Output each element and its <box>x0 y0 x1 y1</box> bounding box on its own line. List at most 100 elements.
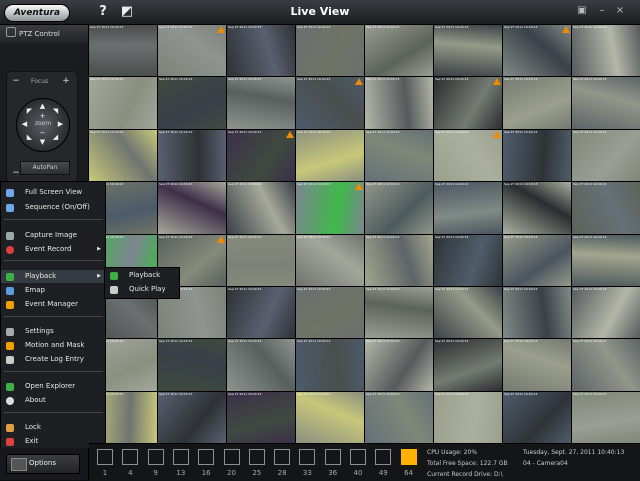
camera-tile[interactable]: Sep 27 2011 10:40:13 <box>227 391 295 443</box>
camera-tile[interactable]: Sep 27 2011 10:40:13 <box>365 25 433 77</box>
camera-tile[interactable]: Sep 27 2011 10:40:13 <box>434 339 502 391</box>
camera-tile[interactable]: Sep 27 2011 10:40:13 <box>158 77 226 129</box>
menu-item-full-screen[interactable]: Full Screen View <box>1 186 105 199</box>
down-right-arrow-icon[interactable]: ◢ <box>51 133 60 142</box>
camera-tile[interactable]: Sep 27 2011 10:40:13 <box>503 286 571 339</box>
camera-tile[interactable]: Sep 27 2011 10:40:13 <box>89 25 157 77</box>
camera-tile[interactable]: Sep 27 2011 10:40:13 <box>365 182 433 234</box>
camera-tile[interactable]: Sep 27 2011 10:40:13 <box>227 286 295 339</box>
camera-tile[interactable]: Sep 27 2011 10:40:13 <box>158 182 226 234</box>
camera-tile[interactable]: Sep 27 2011 10:40:13 <box>503 77 571 129</box>
up-right-arrow-icon[interactable]: ◥ <box>51 107 60 116</box>
camera-tile[interactable]: Sep 27 2011 10:40:13 <box>227 77 295 129</box>
menu-item-open-explorer[interactable]: Open Explorer <box>1 380 105 393</box>
menu-item-event-record[interactable]: Event Record ▶ <box>1 243 105 256</box>
camera-tile[interactable]: Sep 27 2011 10:40:13 <box>572 286 640 339</box>
camera-tile[interactable]: Sep 27 2011 10:40:13 <box>572 77 640 129</box>
camera-tile[interactable]: Sep 27 2011 10:40:13 <box>503 391 571 443</box>
down-left-arrow-icon[interactable]: ◣ <box>25 133 34 142</box>
camera-tile[interactable]: Sep 27 2011 10:40:13 <box>227 25 295 77</box>
camera-tile[interactable]: Sep 27 2011 10:40:13 <box>296 25 364 77</box>
menu-item-event-manager[interactable]: Event Manager <box>1 298 105 311</box>
menu-item-about[interactable]: About <box>1 394 105 407</box>
camera-tile[interactable]: Sep 27 2011 10:40:13 <box>296 339 364 391</box>
down-arrow-icon[interactable]: ▼ <box>38 138 47 147</box>
menu-item-emap[interactable]: Emap <box>1 284 105 297</box>
layout-button[interactable]: 13 <box>171 447 191 480</box>
submenu-item-quick-play[interactable]: Quick Play <box>105 283 179 296</box>
camera-tile[interactable]: Sep 27 2011 10:40:13 <box>572 129 640 182</box>
autopan-button[interactable]: AutoPan <box>20 161 70 175</box>
options-button[interactable]: Options <box>6 454 80 474</box>
menu-item-settings[interactable]: Settings <box>1 325 105 338</box>
zoom-minus-button[interactable]: − <box>38 129 47 138</box>
layout-button[interactable]: 1 <box>95 447 115 480</box>
layout-button[interactable]: 9 <box>146 447 166 480</box>
camera-tile[interactable]: Sep 27 2011 10:40:13 <box>572 25 640 77</box>
menu-item-motion-mask[interactable]: Motion and Mask <box>1 339 105 352</box>
focus-plus-button[interactable]: + <box>61 76 71 86</box>
camera-tile[interactable]: Sep 27 2011 10:40:13 <box>572 234 640 286</box>
camera-tile[interactable]: Sep 27 2011 10:40:13 <box>503 182 571 234</box>
camera-tile[interactable]: Sep 27 2011 10:40:13 <box>365 339 433 391</box>
camera-tile[interactable]: Sep 27 2011 10:40:13 <box>503 129 571 182</box>
camera-tile[interactable]: Sep 27 2011 10:40:13 <box>158 391 226 443</box>
camera-tile[interactable]: Sep 27 2011 10:40:13 <box>434 77 502 129</box>
layout-button[interactable]: 36 <box>323 447 343 480</box>
camera-tile[interactable]: Sep 27 2011 10:40:13 <box>503 339 571 391</box>
up-arrow-icon[interactable]: ▲ <box>38 102 47 111</box>
camera-tile[interactable]: Sep 27 2011 10:40:13 <box>434 286 502 339</box>
layout-button[interactable]: 40 <box>348 447 368 480</box>
camera-tile[interactable]: Sep 27 2011 10:40:13 <box>296 286 364 339</box>
menu-item-create-log[interactable]: Create Log Entry <box>1 353 105 366</box>
camera-tile[interactable]: Sep 27 2011 10:40:13 <box>89 77 157 129</box>
camera-tile[interactable]: Sep 27 2011 10:40:13 <box>365 234 433 286</box>
camera-tile[interactable]: Sep 27 2011 10:40:13 <box>158 129 226 182</box>
layout-button[interactable]: 64 <box>399 447 419 480</box>
camera-tile[interactable]: Sep 27 2011 10:40:13 <box>227 129 295 182</box>
layout-button[interactable]: 20 <box>222 447 242 480</box>
lock-window-icon[interactable]: ▣ <box>576 5 588 17</box>
layout-button[interactable]: 49 <box>373 447 393 480</box>
camera-tile[interactable]: Sep 27 2011 10:40:13 <box>296 182 364 234</box>
camera-tile[interactable]: Sep 27 2011 10:40:13 <box>572 339 640 391</box>
layout-button[interactable]: 28 <box>272 447 292 480</box>
camera-tile[interactable]: Sep 27 2011 10:40:13 <box>503 25 571 77</box>
camera-tile[interactable]: Sep 27 2011 10:40:13 <box>227 339 295 391</box>
submenu-item-playback[interactable]: Playback <box>105 269 179 282</box>
camera-tile[interactable]: Sep 27 2011 10:40:13 <box>365 391 433 443</box>
camera-tile[interactable]: Sep 27 2011 10:40:13 <box>365 77 433 129</box>
camera-tile[interactable]: Sep 27 2011 10:40:13 <box>434 182 502 234</box>
layout-button[interactable]: 25 <box>247 447 267 480</box>
camera-tile[interactable]: Sep 27 2011 10:40:13 <box>158 339 226 391</box>
camera-tile[interactable]: Sep 27 2011 10:40:13 <box>572 391 640 443</box>
camera-tile[interactable]: Sep 27 2011 10:40:13 <box>296 129 364 182</box>
camera-tile[interactable]: Sep 27 2011 10:40:13 <box>296 391 364 443</box>
camera-tile[interactable]: Sep 27 2011 10:40:13 <box>503 234 571 286</box>
menu-item-sequence[interactable]: Sequence (On/Off) <box>1 201 105 214</box>
camera-tile[interactable]: Sep 27 2011 10:40:13 <box>296 234 364 286</box>
camera-tile[interactable]: Sep 27 2011 10:40:13 <box>365 286 433 339</box>
camera-tile[interactable]: Sep 27 2011 10:40:13 <box>434 391 502 443</box>
camera-tile[interactable]: Sep 27 2011 10:40:13 <box>89 129 157 182</box>
menu-item-capture-image[interactable]: Capture Image <box>1 229 105 242</box>
layout-button[interactable]: 33 <box>297 447 317 480</box>
close-icon[interactable]: × <box>614 5 626 17</box>
focus-minus-button[interactable]: − <box>11 76 21 86</box>
layout-button[interactable]: 4 <box>120 447 140 480</box>
up-left-arrow-icon[interactable]: ◤ <box>25 107 34 116</box>
menu-item-lock[interactable]: Lock <box>1 421 105 434</box>
minimize-icon[interactable]: – <box>596 5 608 17</box>
camera-tile[interactable]: Sep 27 2011 10:40:13 <box>227 182 295 234</box>
menu-item-playback[interactable]: Playback ▶ <box>1 270 105 283</box>
camera-tile[interactable]: Sep 27 2011 10:40:13 <box>227 234 295 286</box>
camera-tile[interactable]: Sep 27 2011 10:40:13 <box>365 129 433 182</box>
camera-tile[interactable]: Sep 27 2011 10:40:13 <box>434 129 502 182</box>
camera-tile[interactable]: Sep 27 2011 10:40:13 <box>572 182 640 234</box>
camera-tile[interactable]: Sep 27 2011 10:40:13 <box>296 77 364 129</box>
camera-tile[interactable]: Sep 27 2011 10:40:13 <box>434 25 502 77</box>
layout-button[interactable]: 16 <box>196 447 216 480</box>
ptz-joystick[interactable]: ▲ ▼ ◀ ▶ ◤ ◥ ◣ ◢ + zoom − <box>16 98 70 152</box>
camera-tile[interactable]: Sep 27 2011 10:40:13 <box>158 25 226 77</box>
camera-tile[interactable]: Sep 27 2011 10:40:13 <box>434 234 502 286</box>
